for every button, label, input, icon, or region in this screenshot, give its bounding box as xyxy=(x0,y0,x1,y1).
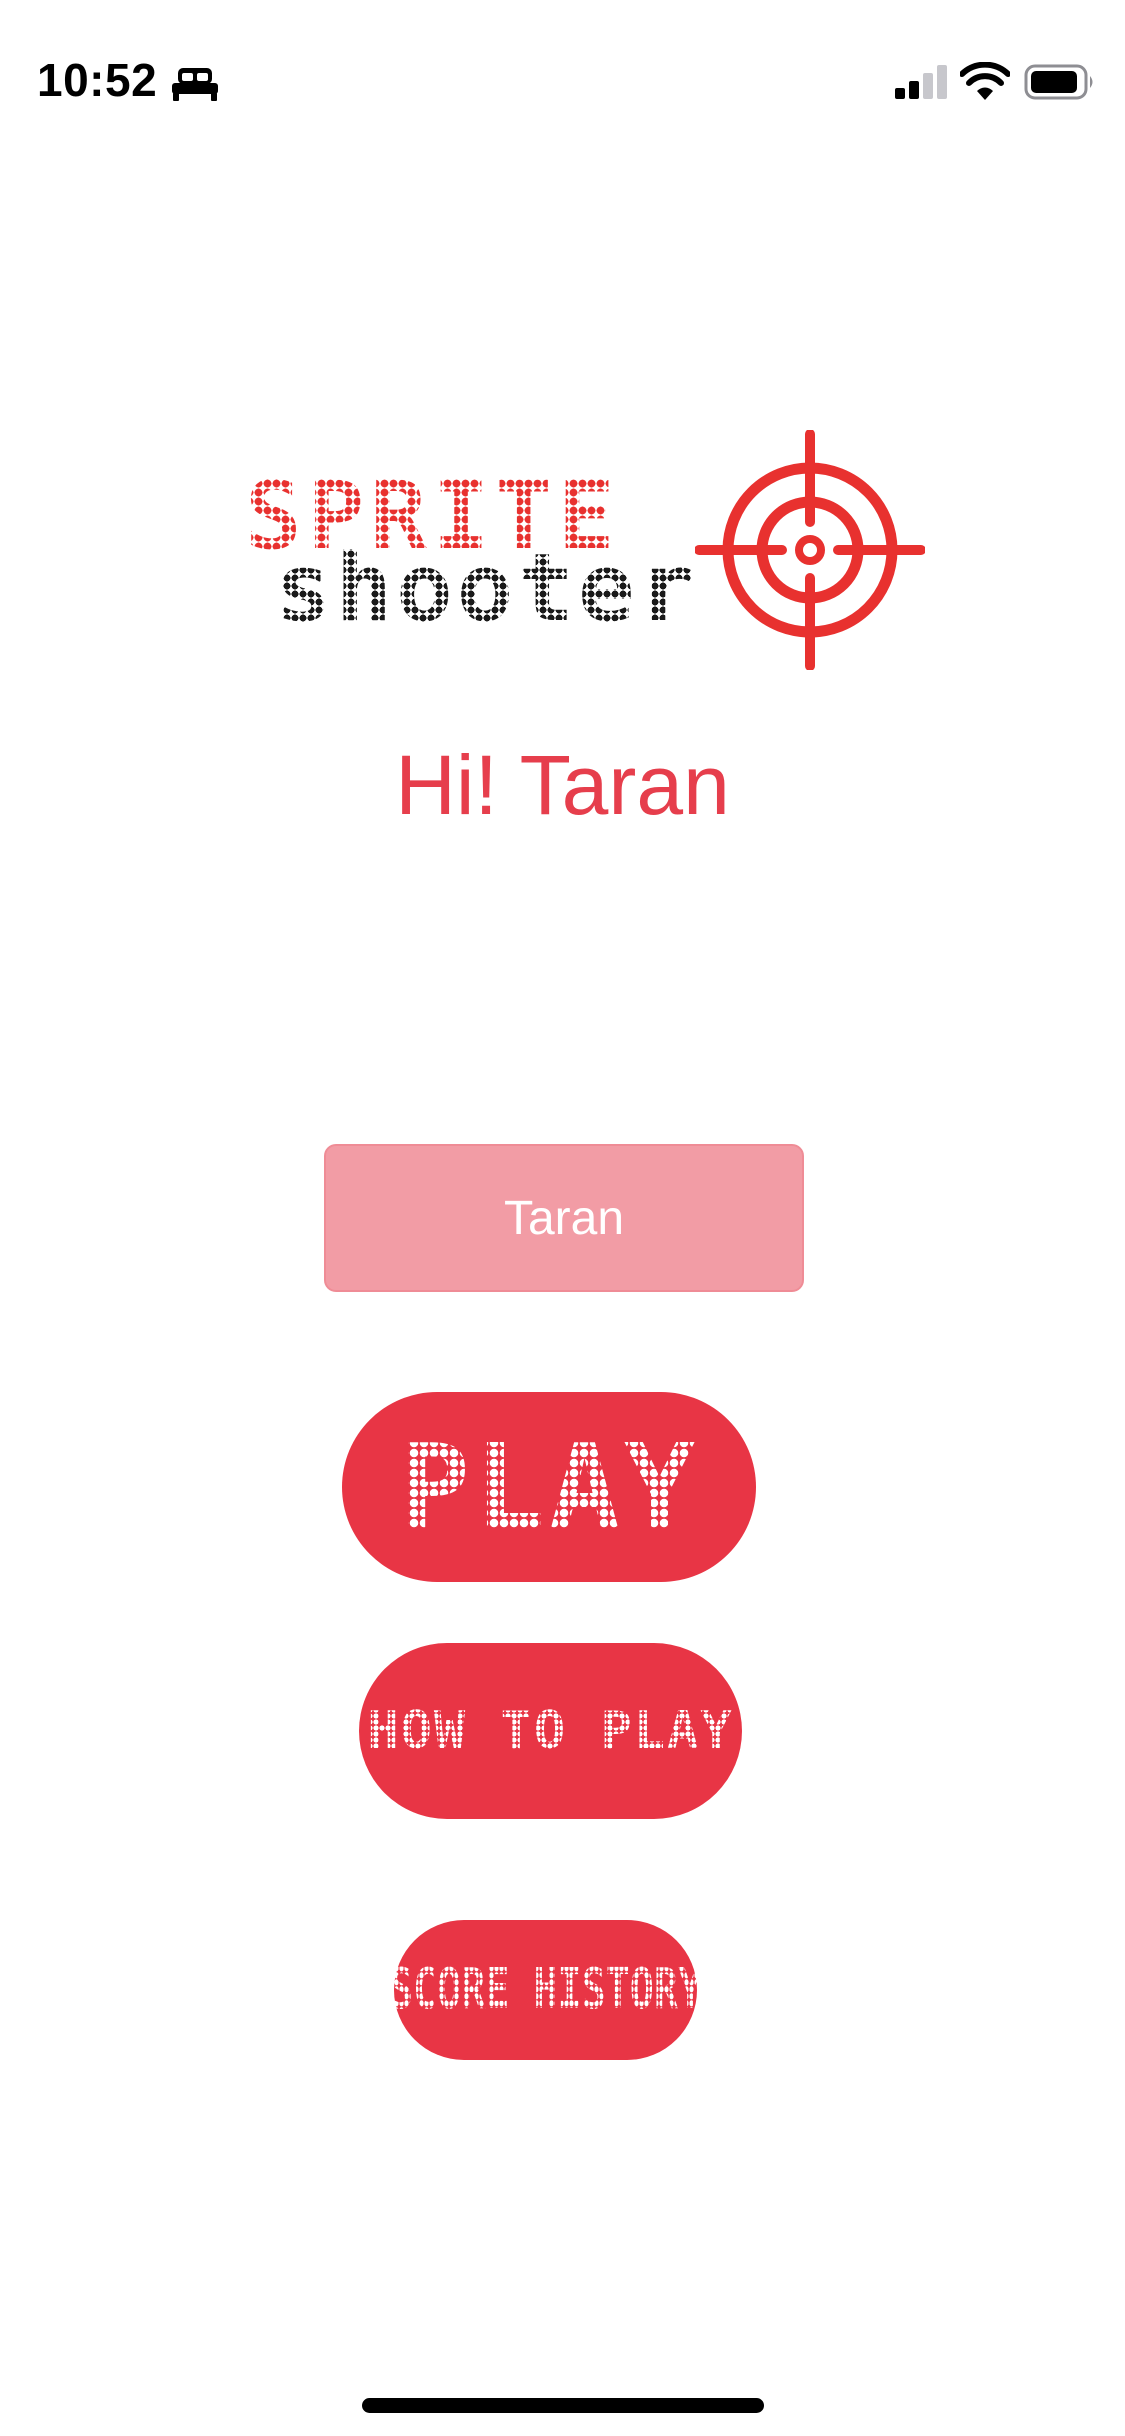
app-logo: SPRITE shooter xyxy=(245,430,925,670)
how-to-play-button-label: HOW TO PLAY xyxy=(367,1701,734,1761)
battery-icon xyxy=(1024,64,1093,100)
how-to-play-button[interactable]: HOW TO PLAY xyxy=(359,1643,742,1819)
score-history-button-label: SCORE HISTORY xyxy=(388,1957,703,2023)
status-time: 10:52 xyxy=(37,54,158,106)
status-bar: 10:52 xyxy=(0,0,1125,160)
logo-title-shooter: shooter xyxy=(275,534,700,643)
player-name-input[interactable] xyxy=(324,1144,804,1292)
play-button[interactable]: PLAY xyxy=(342,1392,756,1582)
crosshair-icon xyxy=(695,430,925,670)
play-button-label: PLAY xyxy=(398,1418,700,1556)
wifi-icon xyxy=(960,62,1010,100)
home-indicator[interactable] xyxy=(362,2398,764,2413)
greeting-text: Hi! Taran xyxy=(395,738,730,832)
score-history-button[interactable]: SCORE HISTORY xyxy=(389,1920,702,2060)
bed-icon xyxy=(172,68,218,101)
cellular-signal-icon xyxy=(895,65,947,99)
